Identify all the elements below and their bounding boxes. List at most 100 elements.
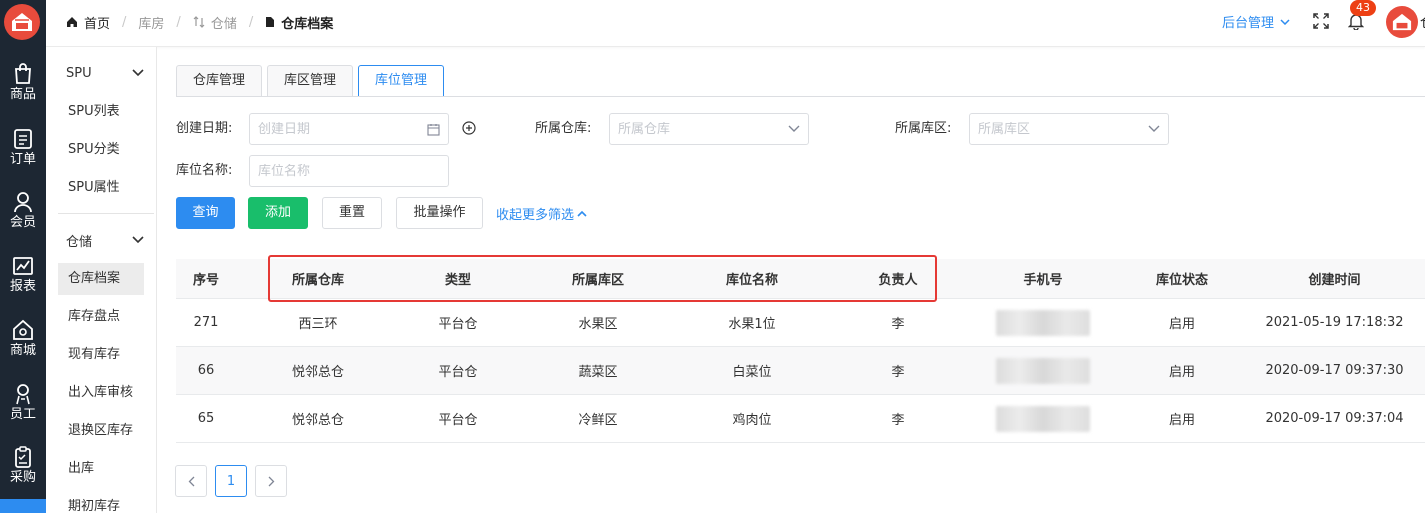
cell-owner: 李 <box>891 317 905 332</box>
rail-item-mall[interactable]: 商城 <box>0 317 46 381</box>
warehouse-label: 所属仓库: <box>535 121 592 136</box>
store-logo-icon <box>12 13 32 31</box>
cell-warehouse: 悦邻总仓 <box>291 413 344 428</box>
tab-bar: 仓库管理 库区管理 库位管理 <box>176 65 449 97</box>
warehouse-select-input[interactable] <box>618 121 788 137</box>
rail-active-indicator <box>0 499 46 513</box>
cell-warehouse: 西三环 <box>298 317 338 332</box>
sidebar-group-storage[interactable]: 仓储 <box>66 229 146 251</box>
rail-item-reports[interactable]: 报表 <box>0 253 46 317</box>
column-header-status[interactable]: 库位状态 <box>1120 259 1244 298</box>
collapse-filters-link[interactable]: 收起更多筛选 <box>496 204 587 223</box>
app-rail: 商品 订单 会员 报表 商城 员工 采购 <box>0 0 46 513</box>
sidebar-item-outbound[interactable]: 出库 <box>58 453 144 485</box>
swap-icon <box>193 16 205 28</box>
rail-item-members[interactable]: 会员 <box>0 189 46 253</box>
cell-phone <box>966 395 1120 442</box>
chevron-down-icon <box>132 236 144 244</box>
cell-phone <box>966 347 1120 394</box>
sidebar-group-spu[interactable]: SPU <box>66 62 146 84</box>
table-row[interactable]: 271 西三环 平台仓 水果区 水果1位 李 启用 2021-05-19 17:… <box>176 299 1425 347</box>
add-button[interactable]: 添加 <box>248 197 308 229</box>
batch-operation-button[interactable]: 批量操作 <box>396 197 483 229</box>
area-select[interactable] <box>969 113 1169 145</box>
tab-location-management[interactable]: 库位管理 <box>358 65 445 97</box>
rail-label: 商品 <box>9 87 36 102</box>
rail-label: 会员 <box>9 215 36 230</box>
create-date-input[interactable] <box>258 121 427 137</box>
location-name-field[interactable] <box>249 155 449 187</box>
chevron-down-icon <box>788 125 800 132</box>
create-date-label: 创建日期: <box>176 121 233 136</box>
warehouse-select[interactable] <box>609 113 809 145</box>
breadcrumb-warehouse-room[interactable]: 库房 <box>138 13 164 32</box>
rail-item-staff[interactable]: 员工 <box>0 381 46 445</box>
query-button[interactable]: 查询 <box>176 197 235 229</box>
breadcrumb-separator: / <box>248 14 254 30</box>
rail-label: 报表 <box>9 279 36 294</box>
tab-area-management[interactable]: 库区管理 <box>267 65 354 97</box>
cell-status: 启用 <box>1168 365 1195 380</box>
username-truncated[interactable]: 仓 <box>1420 12 1425 32</box>
phone-redacted <box>996 357 1090 384</box>
bag-icon <box>15 63 31 84</box>
store-logo-icon <box>1392 13 1412 31</box>
breadcrumb-current: 仓库档案 <box>265 13 333 32</box>
brand-logo[interactable] <box>4 4 40 40</box>
home-icon <box>67 17 77 27</box>
rail-item-goods[interactable]: 商品 <box>0 61 46 125</box>
column-header-id[interactable]: 序号 <box>176 259 236 298</box>
tab-warehouse-management[interactable]: 仓库管理 <box>176 65 263 97</box>
staff-icon <box>16 384 30 405</box>
cell-id: 65 <box>197 411 215 426</box>
fullscreen-icon[interactable] <box>1313 13 1329 29</box>
cell-location-name: 水果1位 <box>728 317 776 332</box>
sidebar-item-spu-attribute[interactable]: SPU属性 <box>58 172 144 204</box>
area-label: 所属库区: <box>895 121 952 136</box>
chevron-down-icon <box>1280 18 1290 25</box>
cell-warehouse: 悦邻总仓 <box>291 365 344 380</box>
sidebar-item-stock-check[interactable]: 库存盘点 <box>58 301 144 333</box>
column-header-phone[interactable]: 手机号 <box>966 259 1120 298</box>
cell-location-name: 鸡肉位 <box>732 413 772 428</box>
sidebar-item-spu-category[interactable]: SPU分类 <box>58 134 144 166</box>
cell-phone <box>966 299 1120 346</box>
cell-area: 冷鲜区 <box>578 413 618 428</box>
sidebar-group-label: SPU <box>66 65 92 81</box>
prev-page-button[interactable] <box>175 465 207 497</box>
rail-item-orders[interactable]: 订单 <box>0 126 46 190</box>
cell-type: 平台仓 <box>438 317 478 332</box>
page-number-button[interactable]: 1 <box>215 465 247 497</box>
sidebar-item-initial-stock[interactable]: 期初库存 <box>58 491 144 513</box>
reset-button[interactable]: 重置 <box>322 197 382 229</box>
avatar[interactable] <box>1386 6 1418 38</box>
admin-menu[interactable]: 后台管理 <box>1222 12 1290 31</box>
phone-redacted <box>996 405 1090 432</box>
table-row[interactable]: 66 悦邻总仓 平台仓 蔬菜区 白菜位 李 启用 2020-09-17 09:3… <box>176 347 1425 395</box>
breadcrumb-storage[interactable]: 仓储 <box>193 13 237 32</box>
sidebar-divider <box>58 213 154 214</box>
cell-owner: 李 <box>891 365 905 380</box>
cell-status: 启用 <box>1168 413 1195 428</box>
cell-id: 66 <box>197 363 215 378</box>
cell-created: 2021-05-19 17:18:32 <box>1265 315 1404 330</box>
create-date-picker[interactable] <box>249 113 449 145</box>
column-header-created[interactable]: 创建时间 <box>1244 259 1425 298</box>
table-row[interactable]: 65 悦邻总仓 平台仓 冷鲜区 鸡肉位 李 启用 2020-09-17 09:3… <box>176 395 1425 443</box>
cell-location-name: 白菜位 <box>732 365 772 380</box>
chevron-down-icon <box>132 69 144 77</box>
sidebar-item-spu-list[interactable]: SPU列表 <box>58 96 144 128</box>
location-name-input[interactable] <box>258 163 440 179</box>
breadcrumb-home[interactable]: 首页 <box>66 13 110 32</box>
next-page-button[interactable] <box>255 465 287 497</box>
sidebar-item-current-stock[interactable]: 现有库存 <box>58 339 144 371</box>
add-circle-icon[interactable] <box>462 121 476 135</box>
calendar-icon <box>427 123 440 136</box>
sidebar-group-label: 仓储 <box>66 234 93 250</box>
sidebar-item-return-stock[interactable]: 退换区库存 <box>58 415 144 447</box>
sidebar-item-inout-review[interactable]: 出入库审核 <box>58 377 144 409</box>
area-select-input[interactable] <box>978 121 1148 137</box>
admin-menu-label: 后台管理 <box>1222 16 1275 31</box>
sidebar-item-warehouse-archive[interactable]: 仓库档案 <box>58 263 144 295</box>
user-icon <box>14 192 32 213</box>
